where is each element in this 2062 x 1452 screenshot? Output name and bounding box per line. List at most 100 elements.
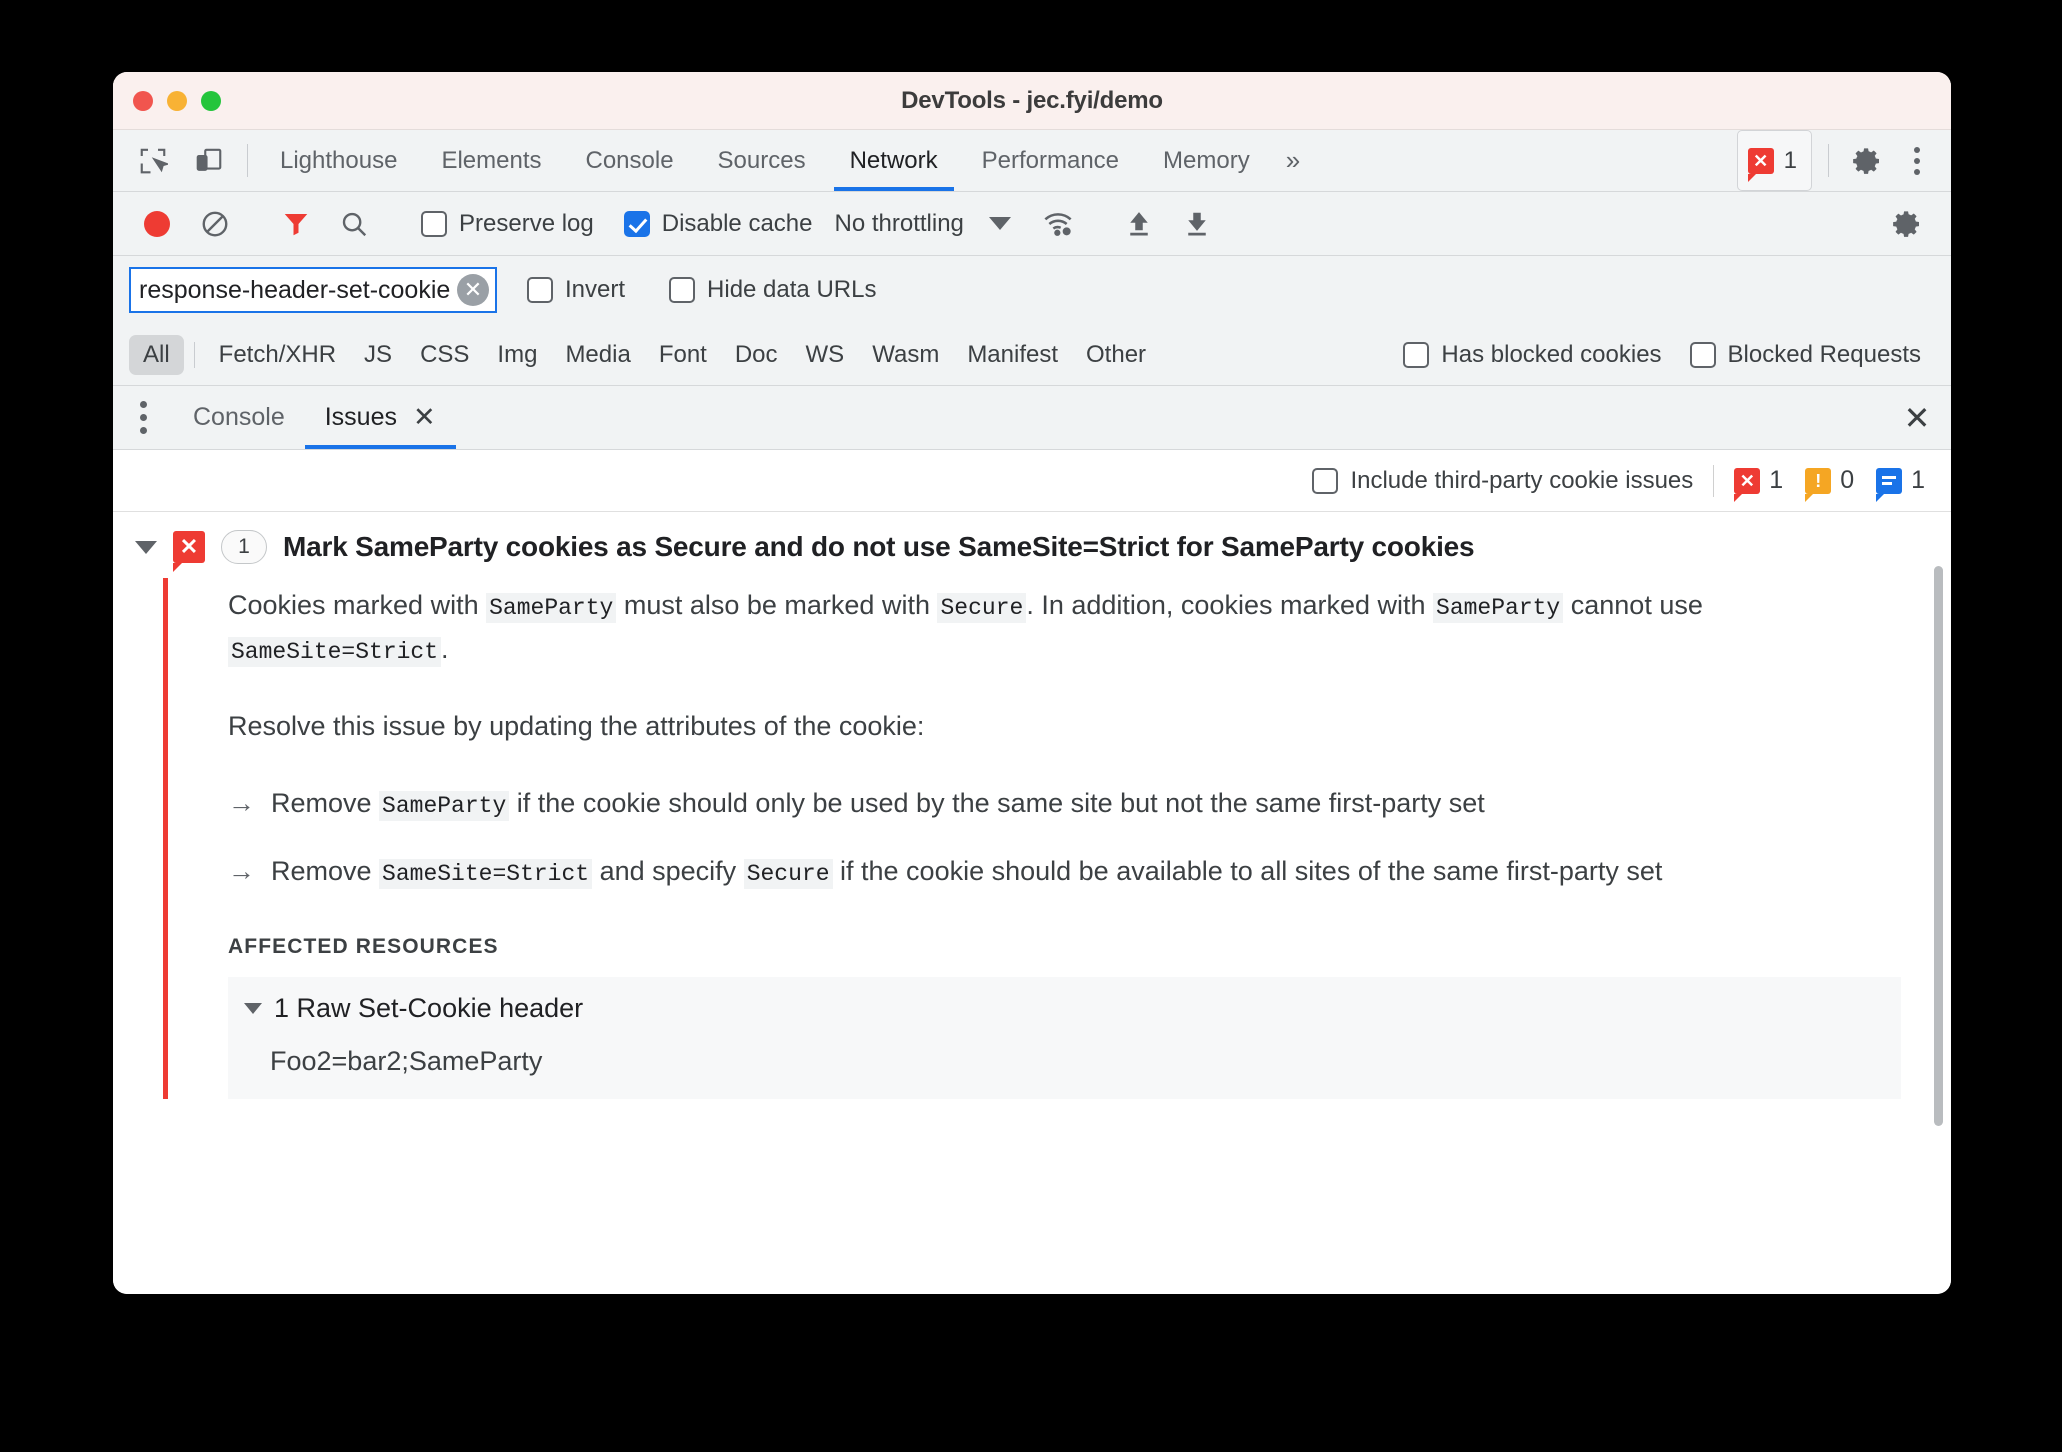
code-sameparty-1: SameParty [486, 593, 617, 623]
bullet-text: Remove SameParty if the cookie should on… [271, 783, 1485, 825]
has-blocked-cookies-checkbox[interactable]: Has blocked cookies [1389, 341, 1675, 369]
drawer-tab-console[interactable]: Console [173, 386, 305, 449]
drawer-tab-label: Console [193, 403, 285, 431]
tab-elements[interactable]: Elements [419, 130, 563, 191]
tab-performance[interactable]: Performance [960, 130, 1141, 191]
search-icon[interactable] [326, 196, 382, 252]
affected-resource-value: Foo2=bar2;SameParty [270, 1045, 543, 1076]
issue-counts: ✕ 1 ! 0 1 [1734, 466, 1925, 502]
issues-scrollbar-thumb[interactable] [1934, 566, 1943, 1126]
type-filter-fetch-xhr[interactable]: Fetch/XHR [205, 335, 350, 375]
disable-cache-checkbox[interactable]: Disable cache [610, 210, 827, 238]
issue-occurrence-count: 1 [221, 530, 267, 564]
close-drawer-icon[interactable]: ✕ [1883, 386, 1951, 449]
tab-sources[interactable]: Sources [696, 130, 828, 191]
type-filter-other[interactable]: Other [1072, 335, 1160, 375]
tab-lighthouse[interactable]: Lighthouse [258, 130, 419, 191]
clear-filter-icon[interactable]: ✕ [457, 274, 489, 306]
gear-icon[interactable] [1839, 130, 1895, 191]
type-filter-doc[interactable]: Doc [721, 335, 792, 375]
include-third-party-cookie-issues-checkbox[interactable]: Include third-party cookie issues [1312, 467, 1693, 495]
affected-resource-group-label: 1 Raw Set-Cookie header [274, 992, 584, 1023]
type-filter-all[interactable]: All [129, 334, 184, 375]
tab-label: Elements [441, 146, 542, 174]
text-fragment: if the cookie should only be used by the… [509, 788, 1485, 819]
type-filter-img[interactable]: Img [483, 335, 551, 375]
window-titlebar: DevTools - jec.fyi/demo [113, 72, 1951, 130]
hide-data-urls-checkbox[interactable]: Hide data URLs [655, 276, 890, 304]
arrow-right-icon: → [228, 788, 255, 819]
blocked-requests-checkbox[interactable]: Blocked Requests [1676, 341, 1935, 369]
issue-header-row[interactable]: ✕ 1 Mark SameParty cookies as Secure and… [113, 512, 1951, 578]
chevron-down-icon[interactable] [244, 1002, 262, 1014]
error-icon: ✕ [173, 531, 205, 572]
record-button[interactable] [129, 196, 185, 252]
network-conditions-icon[interactable] [1030, 196, 1086, 252]
code-samesite-strict-2: SameSite=Strict [379, 859, 593, 890]
error-count-value: 1 [1769, 466, 1784, 494]
error-icon: ✕ [1734, 467, 1761, 502]
type-filter-ws[interactable]: WS [792, 335, 859, 375]
more-tabs-icon[interactable]: » [1272, 130, 1314, 191]
text-fragment: and specify [592, 856, 744, 887]
tab-label: Network [849, 146, 938, 174]
bullet-text: Remove SameSite=Strict and specify Secur… [271, 851, 1662, 893]
chevron-down-icon [988, 217, 1011, 230]
invert-checkbox[interactable]: Invert [513, 276, 639, 304]
download-har-icon[interactable] [1169, 196, 1225, 252]
info-count[interactable]: 1 [1876, 466, 1925, 502]
tab-label: Performance [981, 146, 1120, 174]
tab-memory[interactable]: Memory [1141, 130, 1272, 191]
error-count-badge[interactable]: ✕ 1 [1736, 130, 1812, 191]
type-filter-wasm[interactable]: Wasm [858, 335, 953, 375]
issue-description-paragraph-1: Cookies marked with SameParty must also … [228, 584, 1911, 671]
toolbar-divider [247, 144, 248, 177]
upload-har-icon[interactable] [1111, 196, 1167, 252]
drawer-tab-issues[interactable]: Issues ✕ [304, 386, 456, 449]
tab-console[interactable]: Console [563, 130, 695, 191]
filter-input[interactable] [139, 275, 451, 305]
error-count[interactable]: ✕ 1 [1734, 466, 1784, 502]
text-fragment: . [441, 633, 449, 664]
kebab-menu-icon[interactable] [1895, 130, 1939, 191]
drawer-menu-icon[interactable] [113, 386, 173, 449]
code-sameparty-3: SameParty [379, 791, 510, 822]
filter-row: ✕ Invert Hide data URLs [113, 256, 1951, 324]
issues-toolbar: Include third-party cookie issues ✕ 1 ! … [113, 450, 1951, 512]
warning-count[interactable]: ! 0 [1805, 466, 1854, 502]
tabbar-spacer [1314, 130, 1730, 191]
checkbox-box [669, 277, 696, 303]
network-settings-gear-icon[interactable] [1879, 196, 1935, 252]
type-filter-media[interactable]: Media [551, 335, 644, 375]
filter-funnel-icon[interactable] [268, 196, 324, 252]
type-filter-font[interactable]: Font [645, 335, 721, 375]
type-filter-js[interactable]: JS [350, 335, 406, 375]
device-toolbar-icon[interactable] [181, 130, 237, 191]
preserve-log-label: Preserve log [459, 209, 594, 237]
tabbar-divider-2 [1828, 144, 1829, 177]
chevron-down-icon[interactable] [135, 540, 157, 554]
throttling-select-value[interactable]: No throttling [828, 210, 969, 238]
affected-resources-box: 1 Raw Set-Cookie header Foo2=bar2;SamePa… [228, 976, 1901, 1099]
resource-type-filter-row: All Fetch/XHR JS CSS Img Media Font Doc … [113, 324, 1951, 386]
inspect-element-icon[interactable] [125, 130, 181, 191]
text-fragment: Cookies marked with [228, 590, 487, 620]
record-dot-icon [144, 210, 170, 237]
type-filter-css[interactable]: CSS [406, 335, 483, 375]
tab-network[interactable]: Network [828, 130, 960, 191]
checkbox-box [527, 277, 553, 303]
affected-resource-group[interactable]: 1 Raw Set-Cookie header [244, 993, 1901, 1024]
checkbox-box [623, 210, 650, 237]
warning-icon: ! [1805, 467, 1832, 502]
type-filter-manifest[interactable]: Manifest [953, 335, 1072, 375]
preserve-log-checkbox[interactable]: Preserve log [407, 210, 608, 238]
text-fragment: . In addition, cookies marked with [1026, 590, 1434, 620]
filter-input-wrapper[interactable]: ✕ [129, 267, 497, 313]
text-fragment: Remove [271, 856, 380, 887]
tab-label: Memory [1163, 146, 1250, 174]
throttling-dropdown-arrow[interactable] [972, 196, 1028, 252]
clear-requests-button[interactable] [187, 196, 243, 252]
drawer-tabbar-spacer [456, 386, 1883, 449]
affected-resources-label: AFFECTED RESOURCES [228, 934, 499, 958]
close-issues-tab-icon[interactable]: ✕ [413, 404, 436, 431]
